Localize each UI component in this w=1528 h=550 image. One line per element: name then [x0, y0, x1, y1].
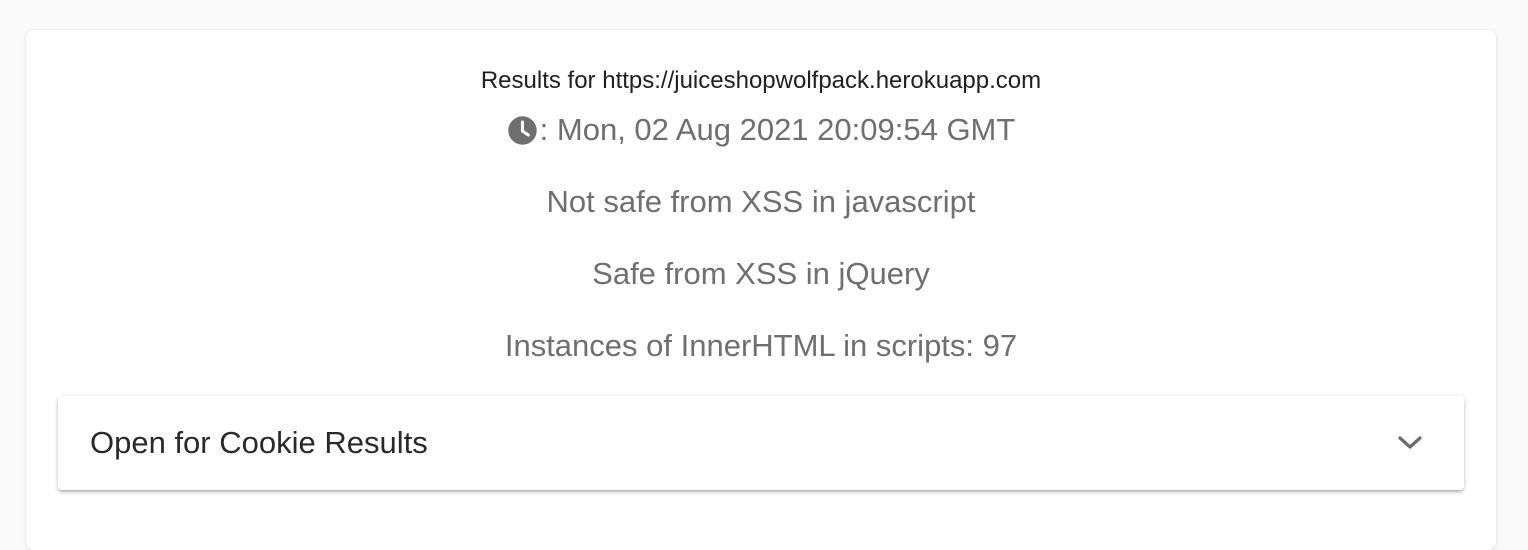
timestamp-row: : Mon, 02 Aug 2021 20:09:54 GMT	[26, 112, 1496, 148]
cookie-results-title: Open for Cookie Results	[90, 425, 428, 460]
cookie-results-panel[interactable]: Open for Cookie Results	[58, 396, 1464, 490]
chevron-down-icon[interactable]	[1396, 431, 1424, 453]
results-title: Results for https://juiceshopwolfpack.he…	[480, 67, 1042, 94]
clock-icon	[507, 115, 537, 145]
xss-javascript-result: Not safe from XSS in javascript	[546, 184, 976, 219]
innerhtml-count-result: Instances of InnerHTML in scripts: 97	[504, 328, 1018, 363]
results-card: Results for https://juiceshopwolfpack.he…	[26, 30, 1496, 550]
xss-jquery-result: Safe from XSS in jQuery	[592, 256, 930, 291]
timestamp-text: : Mon, 02 Aug 2021 20:09:54 GMT	[539, 112, 1016, 147]
